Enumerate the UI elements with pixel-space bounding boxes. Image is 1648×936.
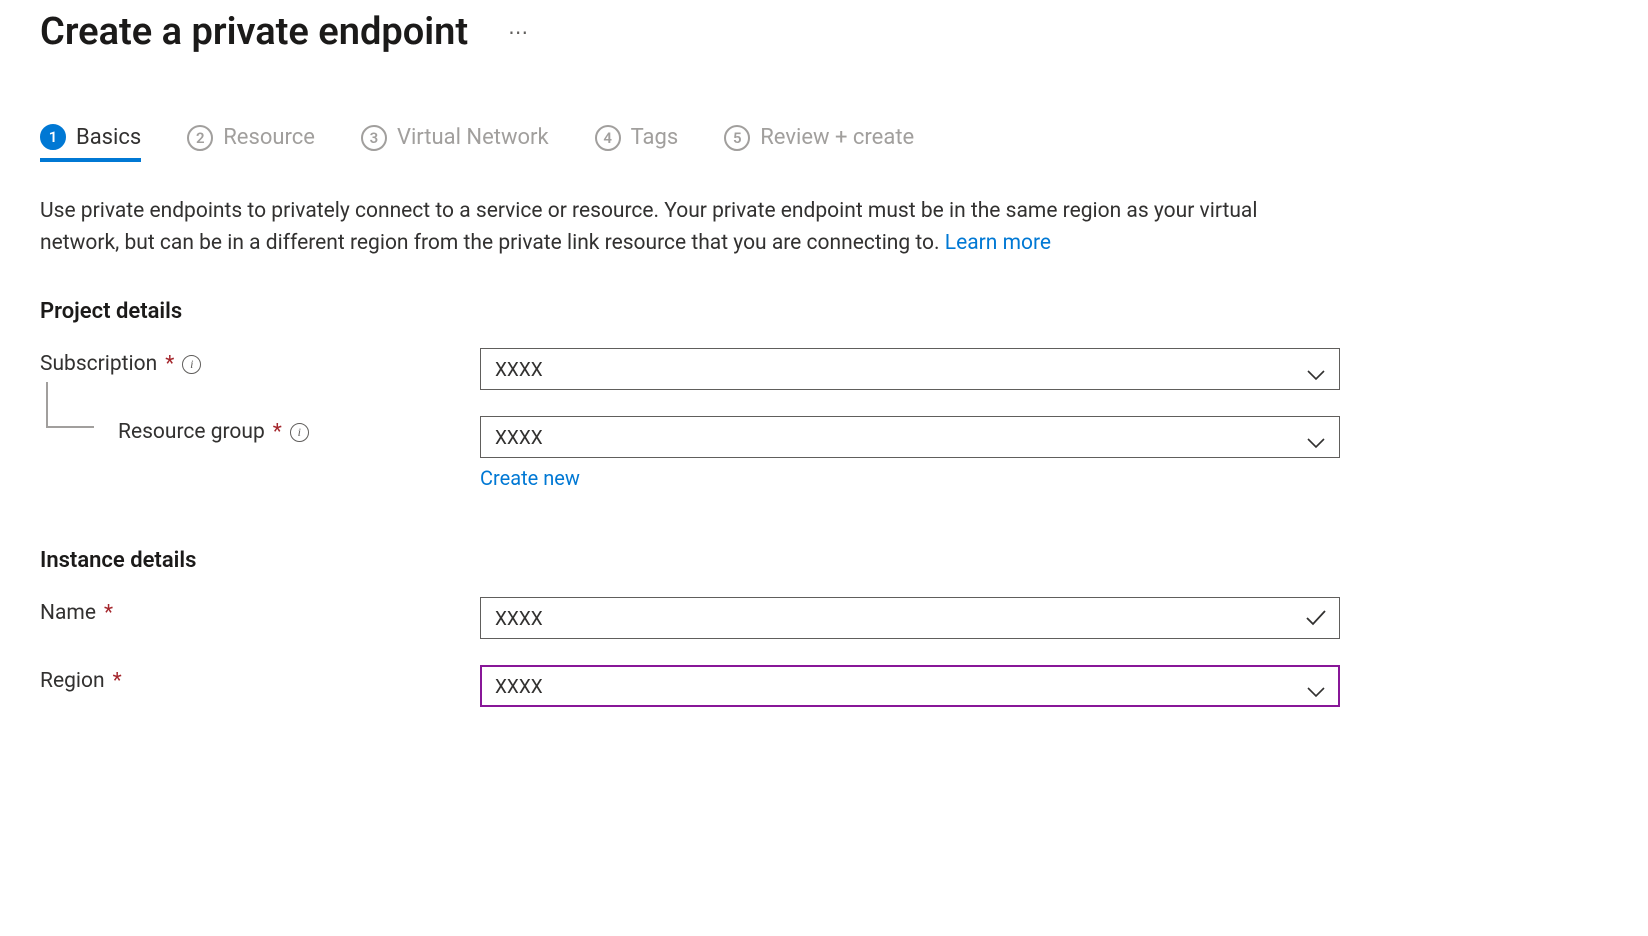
tab-basics[interactable]: 1 Basics xyxy=(40,124,141,162)
dropdown-value: XXXX xyxy=(495,358,543,381)
required-indicator: * xyxy=(165,352,174,376)
tab-number: 2 xyxy=(187,125,213,151)
section-heading-instance-details: Instance details xyxy=(40,548,1608,573)
page-title: Create a private endpoint xyxy=(40,10,468,54)
create-new-resource-group-link[interactable]: Create new xyxy=(480,466,580,490)
description-text: Use private endpoints to privately conne… xyxy=(40,199,1257,255)
region-dropdown[interactable]: XXXX xyxy=(480,665,1340,707)
resource-group-label: Resource group * i xyxy=(40,416,480,444)
label-text: Name xyxy=(40,601,96,625)
label-text: Resource group xyxy=(118,420,265,444)
required-indicator: * xyxy=(104,601,113,625)
tab-label: Tags xyxy=(631,125,679,150)
tab-virtual-network[interactable]: 3 Virtual Network xyxy=(361,124,549,162)
indent-line xyxy=(46,382,94,428)
label-text: Subscription xyxy=(40,352,157,376)
check-icon xyxy=(1305,609,1327,627)
label-text: Region xyxy=(40,669,105,693)
tab-resource[interactable]: 2 Resource xyxy=(187,124,315,162)
tab-tags[interactable]: 4 Tags xyxy=(595,124,679,162)
tab-label: Basics xyxy=(76,125,141,150)
learn-more-link[interactable]: Learn more xyxy=(945,231,1051,255)
chevron-down-icon xyxy=(1307,363,1325,375)
info-icon[interactable]: i xyxy=(290,423,309,442)
section-heading-project-details: Project details xyxy=(40,299,1608,324)
region-label: Region * xyxy=(40,665,480,693)
tab-description: Use private endpoints to privately conne… xyxy=(40,196,1340,259)
tab-number: 5 xyxy=(724,125,750,151)
tab-number: 4 xyxy=(595,125,621,151)
tab-number: 3 xyxy=(361,125,387,151)
more-actions-icon[interactable]: ⋯ xyxy=(508,20,530,44)
tab-label: Virtual Network xyxy=(397,125,549,150)
info-icon[interactable]: i xyxy=(182,355,201,374)
tab-review-create[interactable]: 5 Review + create xyxy=(724,124,914,162)
wizard-tabs: 1 Basics 2 Resource 3 Virtual Network 4 … xyxy=(40,124,1608,162)
dropdown-value: XXXX xyxy=(495,675,543,698)
required-indicator: * xyxy=(113,669,122,693)
resource-group-dropdown[interactable]: XXXX xyxy=(480,416,1340,458)
chevron-down-icon xyxy=(1307,431,1325,443)
subscription-label: Subscription * i xyxy=(40,348,480,376)
name-input[interactable]: XXXX xyxy=(480,597,1340,639)
tab-label: Review + create xyxy=(760,125,914,150)
required-indicator: * xyxy=(273,420,282,444)
dropdown-value: XXXX xyxy=(495,426,543,449)
subscription-dropdown[interactable]: XXXX xyxy=(480,348,1340,390)
name-label: Name * xyxy=(40,597,480,625)
tab-label: Resource xyxy=(223,125,315,150)
tab-number: 1 xyxy=(40,124,66,150)
chevron-down-icon xyxy=(1307,680,1325,692)
input-value: XXXX xyxy=(495,607,543,630)
